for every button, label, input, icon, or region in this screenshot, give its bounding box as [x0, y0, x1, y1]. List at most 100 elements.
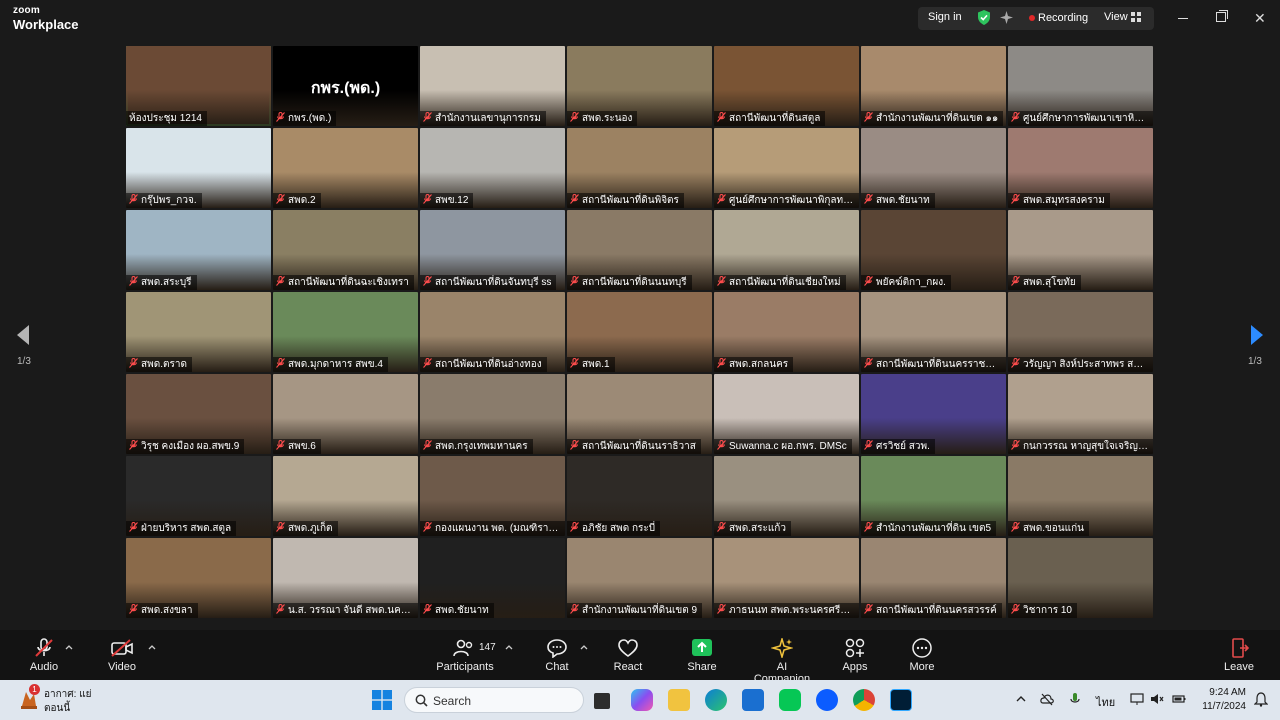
apps-button[interactable]: Apps — [840, 638, 870, 673]
participants-options-chevron-icon[interactable] — [505, 644, 513, 650]
weather-status-text[interactable]: อากาศ: แย่ — [44, 687, 92, 702]
participant-video-tile[interactable]: Suwanna.c ผอ.กพร. DMSc — [714, 374, 859, 454]
participant-video-tile[interactable]: ฝ่ายบริหาร สพด.สตูล — [126, 456, 271, 536]
show-hidden-icons-chevron-icon[interactable] — [1014, 692, 1028, 706]
maximize-icon[interactable] — [1216, 10, 1228, 22]
participant-video-tile[interactable]: สถานีพัฒนาที่ดินนครสวรรค์ — [861, 538, 1006, 618]
line-icon[interactable] — [779, 689, 801, 711]
next-page-icon[interactable] — [1246, 323, 1266, 347]
participant-video-tile[interactable]: สพด.สงขลา — [126, 538, 271, 618]
participant-name-text: กนกวรรณ หาญสุขใจเจริญ (สพด.) — [1023, 441, 1153, 452]
participant-video-tile[interactable]: สำนักงานพัฒนาที่ดินเขต ๑๑ — [861, 46, 1006, 126]
participant-video-tile[interactable]: กรุ๊ปพร_กวจ. — [126, 128, 271, 208]
leave-button[interactable]: Leave — [1222, 638, 1256, 673]
sparkle-icon[interactable] — [1000, 11, 1013, 24]
participant-video-tile[interactable]: กนกวรรณ หาญสุขใจเจริญ (สพด.) — [1008, 374, 1153, 454]
participant-video-tile[interactable]: วรัญญา สิงห์ประสาทพร สพด.ชุมพร — [1008, 292, 1153, 372]
shield-check-icon[interactable] — [977, 10, 991, 25]
participant-video-tile[interactable]: สถานีพัฒนาที่ดินอ่างทอง — [420, 292, 565, 372]
more-button[interactable]: More — [906, 638, 938, 673]
participant-video-tile[interactable]: สถานีพัฒนาที่ดินสตูล — [714, 46, 859, 126]
video-button[interactable]: Video — [105, 638, 139, 673]
participant-video-tile[interactable]: สพด.กรุงเทพมหานคร — [420, 374, 565, 454]
windows-taskbar: 1 อากาศ: แย่ ตอนนี้ Search ไทย 9:24 AM 1… — [0, 680, 1280, 720]
participant-video-tile[interactable]: สพด.1 — [567, 292, 712, 372]
taskbar-search-box[interactable]: Search — [404, 687, 584, 713]
taskbar-time[interactable]: 9:24 AM — [1206, 687, 1246, 698]
participant-video-tile[interactable]: ศูนย์ศึกษาการพัฒนาเขาหินซ้อน — [1008, 46, 1153, 126]
sign-in-button[interactable]: Sign in — [928, 11, 962, 23]
participant-video-tile[interactable]: กพร.(พด.) กพร.(พด.) — [273, 46, 418, 126]
react-button[interactable]: React — [612, 638, 644, 673]
store-icon[interactable] — [742, 689, 764, 711]
participant-video-tile[interactable]: สถานีพัฒนาที่ดินพิจิตร — [567, 128, 712, 208]
copilot-icon[interactable] — [631, 689, 653, 711]
participant-video-tile[interactable]: สพด.มุกดาหาร สพข.4 — [273, 292, 418, 372]
participant-video-tile[interactable]: สถานีพัฒนาที่ดินนครราชสีมา — [861, 292, 1006, 372]
photoshop-icon[interactable] — [890, 689, 912, 711]
participant-video-tile[interactable]: วิรุช คงเมือง ผอ.สพข.9 — [126, 374, 271, 454]
file-explorer-icon[interactable] — [668, 689, 690, 711]
participant-video-tile[interactable]: สถานีพัฒนาที่ดินเชียงใหม่ — [714, 210, 859, 290]
audio-button[interactable]: Audio — [28, 638, 60, 673]
recording-status[interactable]: Recording — [1038, 12, 1088, 24]
participant-video-tile[interactable]: ศรวิชย์ สวพ. — [861, 374, 1006, 454]
participant-video-tile[interactable]: สำนักงานเลขานุการกรม — [420, 46, 565, 126]
participant-video-tile[interactable]: น.ส. วรรณา จันดี สพด.นครนายก — [273, 538, 418, 618]
participant-video-tile[interactable]: สถานีพัฒนาที่ดินนนทบุรี — [567, 210, 712, 290]
participant-video-tile[interactable]: สพข.6 — [273, 374, 418, 454]
participant-video-tile[interactable]: สำนักงานพัฒนาที่ดินเขต 9 — [567, 538, 712, 618]
edge-icon[interactable] — [705, 689, 727, 711]
audio-options-chevron-icon[interactable] — [65, 644, 73, 650]
participant-video-tile[interactable]: สถานีพัฒนาที่ดินฉะเชิงเทรา — [273, 210, 418, 290]
participant-video-tile[interactable]: สถานีพัฒนาที่ดินจันทบุรี ss — [420, 210, 565, 290]
battery-icon[interactable] — [1172, 692, 1186, 706]
participant-video-tile[interactable]: อภิชัย สพด กระบี่ — [567, 456, 712, 536]
participant-video-tile[interactable]: สพด.ขอนแก่น — [1008, 456, 1153, 536]
minimize-icon[interactable] — [1178, 18, 1188, 19]
muted-mic-icon — [570, 194, 579, 204]
participant-video-tile[interactable]: สพด.2 — [273, 128, 418, 208]
chat-button[interactable]: Chat — [542, 638, 572, 673]
microphone-tray-icon[interactable] — [1068, 692, 1082, 706]
zoom-icon[interactable] — [816, 689, 838, 711]
participant-video-tile[interactable]: ศูนย์ศึกษาการพัฒนาพิกุลทอง — [714, 128, 859, 208]
taskbar-date[interactable]: 11/7/2024 — [1196, 701, 1246, 712]
chat-options-chevron-icon[interactable] — [580, 644, 588, 650]
share-button[interactable]: Share — [686, 638, 718, 673]
view-button[interactable]: View — [1104, 11, 1128, 23]
participant-video-tile[interactable]: สพด.สกลนคร — [714, 292, 859, 372]
participant-video-tile[interactable]: สพด.ชัยนาท — [861, 128, 1006, 208]
participant-video-tile[interactable]: สถานีพัฒนาที่ดินนราธิวาส — [567, 374, 712, 454]
participant-video-tile[interactable]: วิชาการ 10 — [1008, 538, 1153, 618]
input-language-indicator[interactable]: ไทย — [1096, 693, 1115, 711]
participant-video-tile[interactable]: สพด.สมุทรสงคราม — [1008, 128, 1153, 208]
participant-video-tile[interactable]: สพด.ภูเก็ต — [273, 456, 418, 536]
muted-mic-icon — [864, 522, 873, 532]
video-options-chevron-icon[interactable] — [148, 644, 156, 650]
cloud-off-icon[interactable] — [1040, 692, 1054, 706]
chrome-icon[interactable] — [853, 689, 875, 711]
windows-start-icon[interactable] — [372, 690, 392, 710]
close-icon[interactable]: ✕ — [1254, 10, 1266, 27]
participant-video-tile[interactable]: สพด.สระแก้ว — [714, 456, 859, 536]
participant-video-tile[interactable]: สพด.ตราด — [126, 292, 271, 372]
participant-video-tile[interactable]: สพข.12 — [420, 128, 565, 208]
participant-video-tile[interactable]: ภาธนนท สพด.พระนครศรีอยุธยา — [714, 538, 859, 618]
grid-view-icon[interactable] — [1131, 12, 1141, 22]
participant-video-tile[interactable]: สพด.สระบุรี — [126, 210, 271, 290]
participant-name-label: สพด.มุกดาหาร สพข.4 — [273, 357, 388, 372]
participant-video-tile[interactable]: พยัคฆ์ติกา_กผง. — [861, 210, 1006, 290]
participant-video-tile[interactable]: ห้องประชุม 1214 — [126, 46, 271, 126]
network-icon[interactable] — [1130, 692, 1144, 706]
participant-video-tile[interactable]: สพด.สุโขทัย — [1008, 210, 1153, 290]
participant-video-tile[interactable]: สำนักงานพัฒนาที่ดิน เขต5 — [861, 456, 1006, 536]
ai-companion-button[interactable]: AI Companion — [748, 638, 816, 685]
volume-muted-icon[interactable] — [1150, 692, 1164, 706]
participant-video-tile[interactable]: กองแผนงาน พด. (มณฑิรา พรหมแสง) — [420, 456, 565, 536]
notification-bell-icon[interactable] — [1254, 692, 1268, 707]
participant-video-tile[interactable]: สพด.ชัยนาท — [420, 538, 565, 618]
participant-video-tile[interactable]: สพด.ระนอง — [567, 46, 712, 126]
task-view-icon[interactable] — [594, 693, 610, 709]
previous-page-icon[interactable] — [14, 323, 34, 347]
